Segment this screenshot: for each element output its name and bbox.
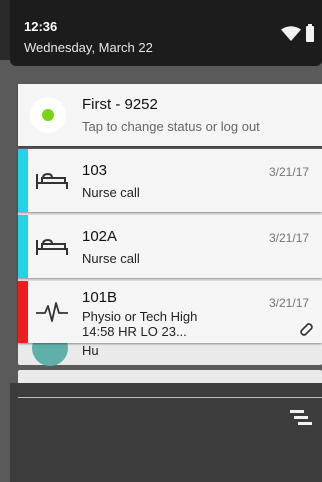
status-date[interactable]: Wednesday, March 22 — [24, 40, 153, 55]
status-dot-icon — [42, 109, 54, 121]
notification-subtitle: Nurse call — [82, 251, 140, 266]
bed-icon — [36, 172, 68, 189]
divider — [18, 397, 322, 398]
status-title: First - 9252 — [82, 96, 158, 113]
wifi-icon — [281, 26, 301, 41]
clear-all-icon[interactable] — [288, 407, 314, 429]
battery-icon — [306, 24, 314, 42]
notification-103[interactable]: 103 Nurse call 3/21/17 — [18, 149, 322, 212]
accent-bar — [18, 215, 28, 278]
notification-title: 103 — [82, 162, 108, 179]
status-time: 12:36 — [24, 19, 58, 34]
notification-101b[interactable]: 101B Physio or Tech High 14:58 HR LO 23.… — [18, 281, 322, 343]
bed-icon — [36, 238, 68, 255]
notification-time: 3/21/17 — [269, 296, 310, 310]
status-dot-container — [30, 97, 66, 133]
background-text: Hu — [82, 343, 99, 358]
status-notification[interactable]: First - 9252 Tap to change status or log… — [18, 84, 322, 146]
notification-102a[interactable]: 102A Nurse call 3/21/17 — [18, 215, 322, 278]
accent-bar — [18, 281, 28, 343]
notification-time: 3/21/17 — [269, 165, 310, 179]
notification-subtitle: Nurse call — [82, 185, 140, 200]
accent-bar — [18, 149, 28, 212]
notification-detail: 14:58 HR LO 23... — [82, 324, 187, 339]
notification-title: 101B — [82, 289, 118, 306]
heartbeat-icon — [36, 302, 68, 322]
notification-title: 102A — [82, 228, 118, 245]
notification-time: 3/21/17 — [269, 231, 310, 245]
attachment-icon[interactable] — [298, 321, 314, 337]
status-subtitle: Tap to change status or log out — [82, 119, 260, 134]
notification-subtitle: Physio or Tech High — [82, 309, 198, 324]
